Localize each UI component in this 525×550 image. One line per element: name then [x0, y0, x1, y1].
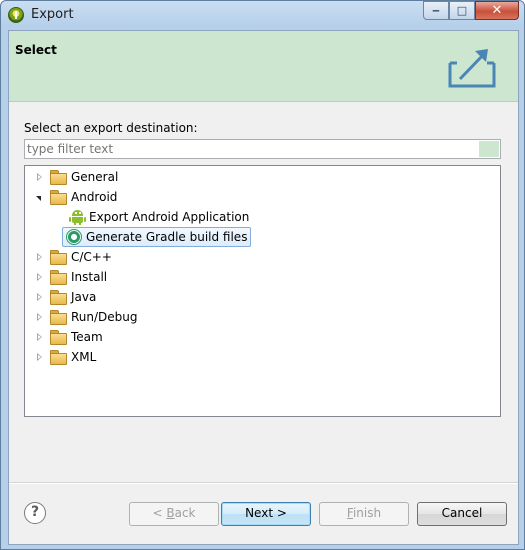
export-destination-label: Select an export destination:: [24, 121, 198, 135]
expand-arrow-icon[interactable]: [31, 329, 47, 345]
caption-buttons: ‒ □ ✕: [423, 1, 519, 21]
tree-item-export-android-application[interactable]: Export Android Application: [66, 207, 249, 227]
expand-arrow-icon[interactable]: [31, 169, 47, 185]
tree-item-run-debug[interactable]: Run/Debug: [31, 307, 138, 327]
expand-arrow-icon[interactable]: [31, 249, 47, 265]
tree-item-label: Install: [71, 270, 108, 284]
finish-button[interactable]: Finish: [319, 502, 409, 526]
tree-item-install[interactable]: Install: [31, 267, 107, 287]
tree-item-label: Android: [71, 190, 118, 204]
close-button[interactable]: ✕: [475, 1, 519, 20]
tree-item-c-cpp[interactable]: C/C++: [31, 247, 112, 267]
tree-item-label: Generate Gradle build files: [86, 230, 248, 244]
close-icon: ✕: [491, 3, 503, 18]
eclipse-app-icon: [8, 7, 24, 23]
filter-field[interactable]: [24, 139, 501, 159]
export-wizard-tree[interactable]: General Android Export Android Applicati…: [24, 165, 501, 417]
next-button[interactable]: Next >: [221, 502, 311, 526]
tree-item-general[interactable]: General: [31, 167, 118, 187]
tree-item-label: Java: [71, 290, 97, 304]
folder-icon: [50, 310, 67, 325]
expand-arrow-icon[interactable]: [31, 289, 47, 305]
page-title: Select: [15, 43, 57, 57]
tree-item-xml[interactable]: XML: [31, 347, 96, 367]
tree-item-team[interactable]: Team: [31, 327, 103, 347]
folder-icon: [50, 350, 67, 365]
maximize-icon: □: [456, 4, 468, 17]
tree-item-label: Run/Debug: [71, 310, 138, 324]
wizard-banner: Select: [9, 31, 518, 102]
collapse-arrow-icon[interactable]: [31, 189, 47, 205]
minimize-icon: ‒: [432, 4, 440, 17]
back-button-rest: ack: [174, 506, 196, 520]
help-icon[interactable]: ?: [24, 502, 46, 524]
folder-icon: [50, 270, 67, 285]
footer-separator: [9, 482, 518, 484]
minimize-button[interactable]: ‒: [423, 1, 449, 20]
back-button-prefix: <: [152, 506, 167, 520]
gradle-icon: [66, 229, 82, 245]
filter-input[interactable]: [25, 140, 469, 158]
tree-item-label: General: [71, 170, 119, 184]
tree-item-android[interactable]: Android: [31, 187, 117, 207]
export-wizard-icon: [448, 49, 496, 88]
folder-icon: [50, 170, 67, 185]
cancel-button[interactable]: Cancel: [417, 502, 507, 526]
dialog-content: Select Select an export destination: Gen…: [8, 30, 519, 545]
folder-icon: [50, 190, 67, 205]
back-button[interactable]: < Back: [129, 502, 219, 526]
tree-item-java[interactable]: Java: [31, 287, 96, 307]
tree-item-label: XML: [71, 350, 97, 364]
expand-arrow-icon[interactable]: [31, 349, 47, 365]
finish-button-rest: inish: [352, 506, 382, 520]
folder-icon: [50, 250, 67, 265]
window-title: Export: [31, 7, 74, 22]
maximize-button[interactable]: □: [449, 1, 475, 20]
tree-item-generate-gradle-build-files[interactable]: Generate Gradle build files: [62, 227, 252, 247]
folder-icon: [50, 290, 67, 305]
folder-icon: [50, 330, 67, 345]
back-button-mnemonic: B: [166, 506, 175, 520]
expand-arrow-icon[interactable]: [31, 269, 47, 285]
tree-item-label: C/C++: [71, 250, 112, 264]
title-bar[interactable]: Export ‒ □ ✕: [1, 1, 524, 29]
tree-item-label: Team: [71, 330, 103, 344]
android-icon: [69, 209, 86, 225]
tree-item-label: Export Android Application: [89, 210, 250, 224]
expand-arrow-icon[interactable]: [31, 309, 47, 325]
clear-filter-icon[interactable]: [479, 141, 499, 157]
export-dialog-window: Export ‒ □ ✕ Select Select an export des…: [0, 0, 525, 550]
